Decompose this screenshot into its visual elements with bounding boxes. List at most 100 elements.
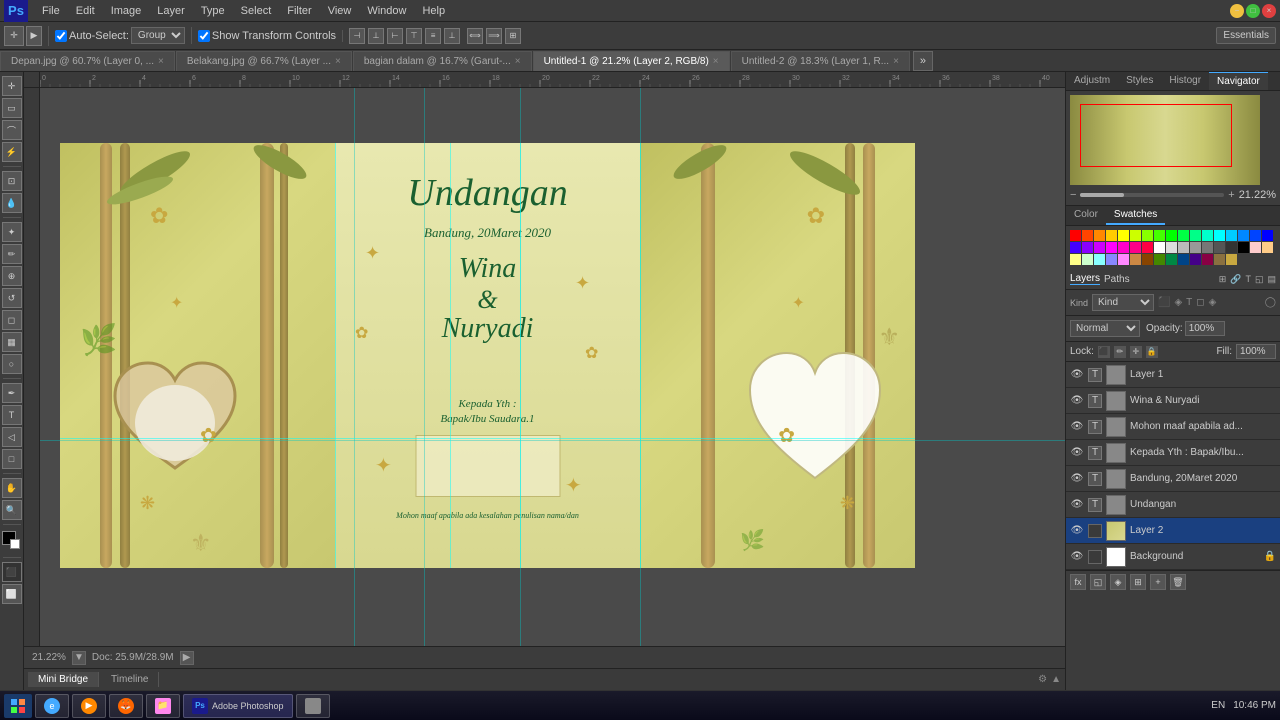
layer-item-4[interactable]: 👁 T Bandung, 20Maret 2020 xyxy=(1066,466,1280,492)
adjustments-tab[interactable]: Adjustm xyxy=(1066,72,1118,90)
layer-link-icon[interactable]: 🔗 xyxy=(1230,274,1241,285)
layer-item-2[interactable]: 👁 T Mohon maaf apabila ad... xyxy=(1066,414,1280,440)
navigator-zoom-slider[interactable] xyxy=(1080,193,1224,197)
fill-input[interactable] xyxy=(1236,344,1276,359)
swatch-46[interactable] xyxy=(1214,254,1225,265)
tab-2[interactable]: bagian dalam @ 16.7% (Garut-... × xyxy=(353,51,532,71)
history-tool-icon[interactable]: ↺ xyxy=(2,288,22,308)
menu-view[interactable]: View xyxy=(320,3,360,19)
layer-vis-7[interactable]: 👁 xyxy=(1070,550,1084,564)
auto-select-checkbox[interactable] xyxy=(55,30,67,42)
swatch-25[interactable] xyxy=(1166,242,1177,253)
layer-group-button[interactable]: ⊞ xyxy=(1130,574,1146,590)
swatch-16[interactable] xyxy=(1262,230,1273,241)
swatch-14[interactable] xyxy=(1238,230,1249,241)
menu-file[interactable]: File xyxy=(34,3,68,19)
eraser-tool-icon[interactable]: ◻ xyxy=(2,310,22,330)
filter-pixel-icon[interactable]: ⬛ xyxy=(1158,297,1170,308)
lock-all-icon[interactable]: 🔒 xyxy=(1146,346,1158,358)
move-tool-icon[interactable]: ✛ xyxy=(2,76,22,96)
swatch-30[interactable] xyxy=(1226,242,1237,253)
swatch-9[interactable] xyxy=(1178,230,1189,241)
swatch-33[interactable] xyxy=(1262,242,1273,253)
tab-close-0[interactable]: × xyxy=(158,56,164,67)
swatch-13[interactable] xyxy=(1226,230,1237,241)
maximize-button[interactable]: □ xyxy=(1246,4,1260,18)
swatch-6[interactable] xyxy=(1142,230,1153,241)
swatch-44[interactable] xyxy=(1190,254,1201,265)
minimize-button[interactable]: − xyxy=(1230,4,1244,18)
start-button[interactable] xyxy=(4,694,32,718)
align-top[interactable]: ⊤ xyxy=(406,28,422,44)
swatch-42[interactable] xyxy=(1166,254,1177,265)
marquee-tool-icon[interactable]: ▭ xyxy=(2,98,22,118)
dodge-tool-icon[interactable]: ○ xyxy=(2,354,22,374)
taskbar-media2[interactable] xyxy=(296,694,330,718)
close-button[interactable]: × xyxy=(1262,4,1276,18)
path-select-icon[interactable]: ◁ xyxy=(2,427,22,447)
crop-tool-icon[interactable]: ⊡ xyxy=(2,171,22,191)
align-left[interactable]: ⊣ xyxy=(349,28,365,44)
layer-text-icon[interactable]: T xyxy=(1245,274,1251,284)
layer-vis-0[interactable]: 👁 xyxy=(1070,368,1084,382)
hand-tool-icon[interactable]: ✋ xyxy=(2,478,22,498)
filter-adjust-icon[interactable]: ◈ xyxy=(1174,297,1182,308)
swatch-47[interactable] xyxy=(1226,254,1237,265)
swatch-11[interactable] xyxy=(1202,230,1213,241)
align-bottom[interactable]: ⊥ xyxy=(444,28,460,44)
swatches-tab[interactable]: Swatches xyxy=(1106,206,1165,225)
menu-type[interactable]: Type xyxy=(193,3,233,19)
layer-mask-button[interactable]: ◱ xyxy=(1090,574,1106,590)
swatch-1[interactable] xyxy=(1082,230,1093,241)
taskbar-firefox[interactable]: 🦊 xyxy=(109,694,143,718)
layer-options-icon[interactable]: ▤ xyxy=(1267,274,1276,285)
filter-smart-icon[interactable]: ◈ xyxy=(1209,297,1217,308)
background-color[interactable] xyxy=(10,539,20,549)
swatch-2[interactable] xyxy=(1094,230,1105,241)
tab-close-2[interactable]: × xyxy=(515,56,521,67)
layer-vis-5[interactable]: 👁 xyxy=(1070,498,1084,512)
layer-vis-2[interactable]: 👁 xyxy=(1070,420,1084,434)
swatch-34[interactable] xyxy=(1070,254,1081,265)
menu-filter[interactable]: Filter xyxy=(279,3,319,19)
swatch-24[interactable] xyxy=(1154,242,1165,253)
styles-tab[interactable]: Styles xyxy=(1118,72,1161,90)
taskbar-ie[interactable]: e xyxy=(35,694,69,718)
layer-item-3[interactable]: 👁 T Kepada Yth : Bapak/Ibu... xyxy=(1066,440,1280,466)
pen-tool-icon[interactable]: ✒ xyxy=(2,383,22,403)
swatch-12[interactable] xyxy=(1214,230,1225,241)
layer-item-5[interactable]: 👁 T Undangan xyxy=(1066,492,1280,518)
align-center-v[interactable]: ⊥ xyxy=(368,28,384,44)
histogram-tab[interactable]: Histogr xyxy=(1161,72,1209,90)
swatch-8[interactable] xyxy=(1166,230,1177,241)
swatch-36[interactable] xyxy=(1094,254,1105,265)
blend-mode-select[interactable]: Normal Dissolve Multiply Screen xyxy=(1070,320,1140,337)
opacity-input[interactable] xyxy=(1185,321,1225,336)
type-tool-icon[interactable]: T xyxy=(2,405,22,425)
filter-toggle[interactable]: ◯ xyxy=(1265,297,1276,308)
taskbar-explorer[interactable]: 📁 xyxy=(146,694,180,718)
swatch-17[interactable] xyxy=(1070,242,1081,253)
filter-shape-icon[interactable]: ◻ xyxy=(1196,297,1204,308)
eyedropper-tool-icon[interactable]: 💧 xyxy=(2,193,22,213)
layer-mask-icon[interactable]: ◱ xyxy=(1255,274,1264,285)
swatch-29[interactable] xyxy=(1214,242,1225,253)
swatch-0[interactable] xyxy=(1070,230,1081,241)
swatch-7[interactable] xyxy=(1154,230,1165,241)
swatch-20[interactable] xyxy=(1106,242,1117,253)
lock-position-icon[interactable]: ✛ xyxy=(1130,346,1142,358)
lock-transparent-icon[interactable]: ⬛ xyxy=(1098,346,1110,358)
swatch-38[interactable] xyxy=(1118,254,1129,265)
mini-bridge-tab[interactable]: Mini Bridge xyxy=(28,672,99,687)
lasso-tool-icon[interactable]: ⌒ xyxy=(2,120,22,140)
essentials-button[interactable]: Essentials xyxy=(1216,27,1276,44)
zoom-tool-icon[interactable]: 🔍 xyxy=(2,500,22,520)
swatch-26[interactable] xyxy=(1178,242,1189,253)
menu-layer[interactable]: Layer xyxy=(149,3,193,19)
dist-h[interactable]: ⟺ xyxy=(467,28,483,44)
tab-close-4[interactable]: × xyxy=(893,56,899,67)
layer-item-1[interactable]: 👁 T Wina & Nuryadi xyxy=(1066,388,1280,414)
collapse-panels-button[interactable]: » xyxy=(913,51,933,71)
panel-settings-icon[interactable]: ⚙ xyxy=(1038,674,1047,685)
layer-filter-icon[interactable]: ⊞ xyxy=(1219,274,1227,285)
